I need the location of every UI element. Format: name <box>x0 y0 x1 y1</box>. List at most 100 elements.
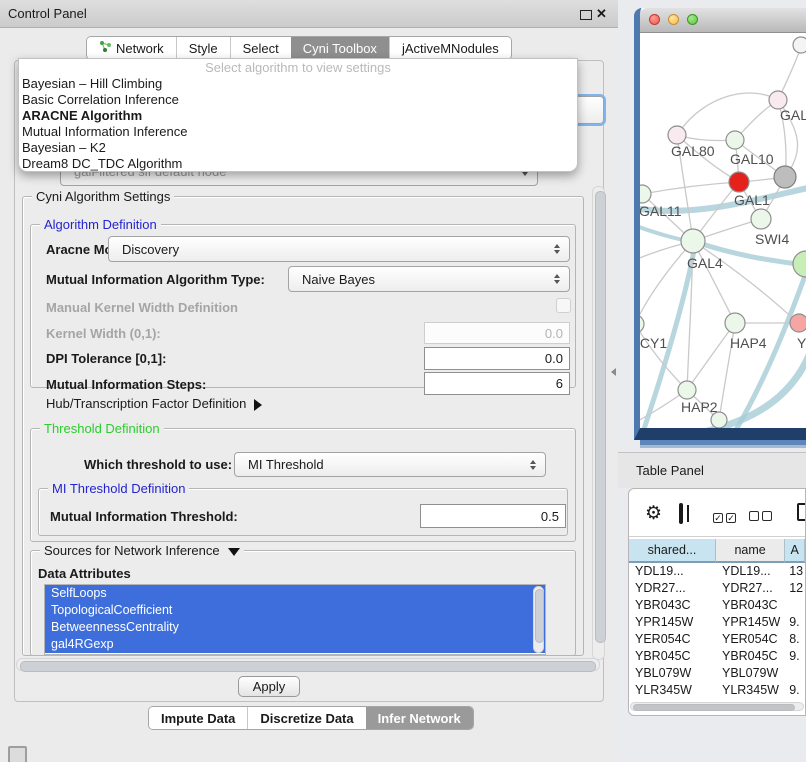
list-item[interactable]: BetweennessCentrality <box>45 619 545 636</box>
table-panel-container: ⚙ ✓✓ shared... name A YDL19...YDL19...13… <box>628 488 806 716</box>
tab-style[interactable]: Style <box>176 37 230 59</box>
network-node-3[interactable] <box>726 131 744 149</box>
list-item[interactable]: SelfLoops <box>45 585 545 602</box>
list-scrollbar-thumb[interactable] <box>535 589 544 643</box>
manual-kernel-width-checkbox[interactable] <box>556 298 571 313</box>
aracne-mode-combo[interactable]: Discovery <box>108 236 570 262</box>
float-window-icon[interactable] <box>580 10 592 20</box>
tab-discretize-data[interactable]: Discretize Data <box>247 707 365 729</box>
tab-impute-data[interactable]: Impute Data <box>149 707 247 729</box>
mi-algorithm-type-combo[interactable]: Naive Bayes <box>288 266 570 292</box>
tab-jactivemnodules[interactable]: jActiveMNodules <box>389 37 511 59</box>
network-edge[interactable] <box>677 93 778 135</box>
network-node-8[interactable] <box>681 229 705 253</box>
network-node-12[interactable] <box>790 314 806 332</box>
list-scrollbar[interactable] <box>533 586 544 653</box>
tab-select[interactable]: Select <box>230 37 291 59</box>
network-node-5[interactable] <box>774 166 796 188</box>
column-header-clipped[interactable]: A <box>785 539 805 563</box>
table-row[interactable]: YBR045CYBR045C9. <box>629 648 805 665</box>
algorithm-option[interactable]: Bayesian – Hill Climbing <box>19 76 577 92</box>
control-panel-titlebar: Control Panel <box>0 0 618 28</box>
settings-vertical-scrollbar-thumb[interactable] <box>595 191 606 643</box>
settings-horizontal-scrollbar-thumb[interactable] <box>20 661 596 672</box>
network-svg[interactable]: GALGAL80GAL10GAL1GAL11SWI4GAL4GCY1HAP4YH… <box>640 33 806 429</box>
node-label-gal1: GAL1 <box>734 192 770 208</box>
algorithm-option[interactable]: Bayesian – K2 <box>19 140 577 156</box>
mi-steps-label: Mutual Information Steps: <box>46 377 206 392</box>
data-attributes-label: Data Attributes <box>38 566 131 581</box>
network-edge[interactable] <box>640 324 687 390</box>
maximize-window-icon[interactable] <box>687 14 698 25</box>
select-all-rows-icon[interactable]: ✓✓ <box>713 508 739 526</box>
collapse-down-icon <box>228 548 240 556</box>
export-table-icon[interactable] <box>797 503 806 521</box>
column-header-shared-name[interactable]: shared... <box>629 539 716 563</box>
table-settings-gear-icon[interactable]: ⚙ <box>645 504 662 523</box>
network-edge[interactable] <box>642 182 739 194</box>
cell-clipped: 9. <box>785 614 805 631</box>
cell-shared-name: YBR043C <box>629 597 716 614</box>
table-horizontal-scrollbar-thumb[interactable] <box>633 704 795 711</box>
sources-group-title[interactable]: Sources for Network Inference <box>40 543 244 558</box>
table-panel-header: Table Panel <box>618 452 806 488</box>
table-row[interactable]: YDR27...YDR27...12 <box>629 580 805 597</box>
network-node-0[interactable] <box>793 37 806 53</box>
minimize-window-icon[interactable] <box>668 14 679 25</box>
list-item[interactable]: gal4RGexp <box>45 636 545 653</box>
close-panel-icon[interactable]: ✕ <box>596 6 607 22</box>
checked-box-icon: ✓ <box>726 513 736 523</box>
panel-splitter-arrow-icon[interactable] <box>611 368 616 376</box>
algorithm-option[interactable]: Dream8 DC_TDC Algorithm <box>19 156 577 172</box>
deselect-all-rows-icon[interactable] <box>749 508 775 526</box>
tab-label: Cyni Toolbox <box>303 41 377 56</box>
network-window-titlebar[interactable] <box>640 8 806 33</box>
network-node-11[interactable] <box>725 313 745 333</box>
tab-network[interactable]: Network <box>87 37 176 59</box>
cell-clipped: 12 <box>785 580 805 597</box>
table-row[interactable]: YDL19...YDL19...13 <box>629 563 805 580</box>
network-node-9[interactable] <box>793 251 806 277</box>
settings-vertical-scrollbar[interactable] <box>592 186 605 660</box>
tab-infer-network[interactable]: Infer Network <box>366 707 473 729</box>
combo-stepper-icon <box>549 244 565 254</box>
close-window-icon[interactable] <box>649 14 660 25</box>
algorithm-option[interactable]: Basic Correlation Inference <box>19 92 577 108</box>
dpi-tolerance-field[interactable]: 0.0 <box>424 347 570 370</box>
which-threshold-combo[interactable]: MI Threshold <box>234 452 546 477</box>
kernel-width-value: 0.0 <box>545 326 563 341</box>
column-header-name[interactable]: name <box>716 539 785 563</box>
kernel-width-field[interactable]: 0.0 <box>424 322 570 344</box>
apply-button[interactable]: Apply <box>238 676 300 697</box>
table-row[interactable]: YER054CYER054C8. <box>629 631 805 648</box>
network-node-2[interactable] <box>668 126 686 144</box>
table-row[interactable]: YLR345WYLR345W9. <box>629 682 805 699</box>
settings-horizontal-scrollbar[interactable] <box>16 658 600 671</box>
minimized-panel-icon[interactable] <box>8 746 27 762</box>
mi-steps-field[interactable]: 6 <box>424 372 570 395</box>
cell-name: YLR345W <box>716 682 785 699</box>
node-label-gal: GAL <box>780 107 806 123</box>
network-node-4[interactable] <box>729 172 749 192</box>
table-row[interactable]: YPR145WYPR145W9. <box>629 614 805 631</box>
network-window: GALGAL80GAL10GAL1GAL11SWI4GAL4GCY1HAP4YH… <box>634 8 806 440</box>
network-edge[interactable] <box>687 323 735 390</box>
column-visibility-icon[interactable] <box>679 503 683 524</box>
data-attributes-list[interactable]: SelfLoopsTopologicalCoefficientBetweenne… <box>44 584 546 655</box>
hub-definition-toggle[interactable]: Hub/Transcription Factor Definition <box>46 396 262 411</box>
tab-cyni-toolbox[interactable]: Cyni Toolbox <box>291 37 389 59</box>
table-horizontal-scrollbar[interactable] <box>630 702 804 711</box>
table-row[interactable]: YBL079WYBL079W <box>629 665 805 682</box>
network-node-13[interactable] <box>678 381 696 399</box>
application-root: Control Panel ✕ NetworkStyleSelect Cyni T… <box>0 0 806 762</box>
table-row[interactable]: YBR043CYBR043C <box>629 597 805 614</box>
cell-clipped <box>785 665 805 682</box>
algorithm-dropdown: Select algorithm to view settings Bayesi… <box>18 58 578 172</box>
network-node-7[interactable] <box>751 209 771 229</box>
algorithm-option[interactable]: ARACNE Algorithm <box>19 108 577 124</box>
mi-threshold-field[interactable]: 0.5 <box>420 504 566 528</box>
network-node-10[interactable] <box>640 315 644 333</box>
list-item[interactable]: TopologicalCoefficient <box>45 602 545 619</box>
algorithm-option[interactable]: Mutual Information Inference <box>19 124 577 140</box>
network-edge[interactable] <box>690 353 806 429</box>
